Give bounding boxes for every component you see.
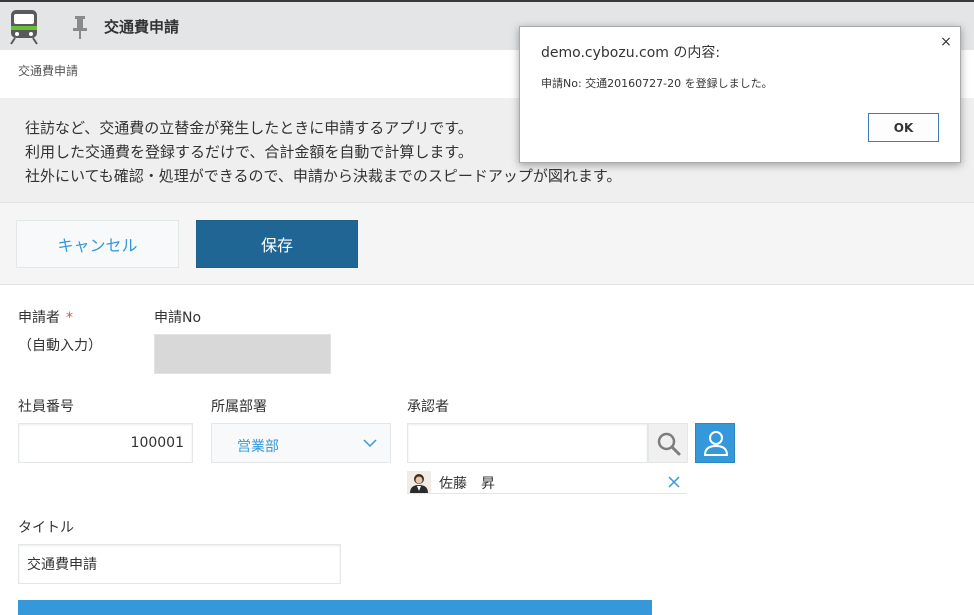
breadcrumb[interactable]: 交通費申請 — [18, 62, 78, 79]
alert-dialog: demo.cybozu.com の内容: × 申請No: 交通20160727-… — [519, 26, 961, 163]
table-header — [18, 600, 652, 615]
close-icon[interactable] — [667, 475, 681, 489]
pin-icon[interactable] — [71, 14, 89, 40]
applicant-label-text: 申請者 — [18, 310, 60, 326]
save-button[interactable]: 保存 — [196, 220, 358, 268]
approver-search-input[interactable] — [407, 423, 648, 463]
avatar — [407, 471, 431, 493]
selected-approver-chip: 佐藤 昇 — [407, 470, 687, 494]
dialog-title: demo.cybozu.com の内容: — [541, 45, 721, 61]
applicant-auto-note: （自動入力） — [18, 338, 102, 354]
cancel-button[interactable]: キャンセル — [16, 220, 179, 268]
dialog-message: 申請No: 交通20160727-20 を登録しました。 — [541, 77, 773, 90]
department-label: 所属部署 — [211, 399, 267, 415]
employee-no-label: 社員番号 — [18, 399, 74, 415]
chevron-down-icon — [363, 439, 377, 448]
applicant-label: 申請者 * — [18, 307, 73, 327]
user-select-button[interactable] — [695, 423, 735, 463]
approver-label: 承認者 — [407, 399, 449, 415]
approver-search-button[interactable] — [648, 423, 688, 463]
employee-no-input[interactable] — [18, 423, 193, 463]
request-no-field — [154, 334, 331, 374]
app-title: 交通費申請 — [104, 18, 180, 36]
search-icon — [657, 432, 681, 456]
ok-button[interactable]: OK — [868, 113, 939, 142]
request-no-label: 申請No — [154, 310, 202, 326]
required-mark: * — [66, 310, 73, 326]
user-icon — [703, 431, 729, 456]
description-line: 社外にいても確認・処理ができるので、申請から決裁までのスピードアップが図れます。 — [25, 167, 622, 185]
train-icon[interactable] — [8, 9, 40, 45]
title-label: タイトル — [18, 520, 74, 536]
selected-approver-name: 佐藤 昇 — [439, 476, 495, 492]
department-select[interactable]: 営業部 — [211, 423, 391, 463]
department-value: 営業部 — [237, 439, 279, 455]
form-toolbar: キャンセル 保存 — [0, 203, 974, 285]
title-input[interactable] — [18, 544, 341, 584]
close-icon[interactable]: × — [939, 35, 953, 49]
